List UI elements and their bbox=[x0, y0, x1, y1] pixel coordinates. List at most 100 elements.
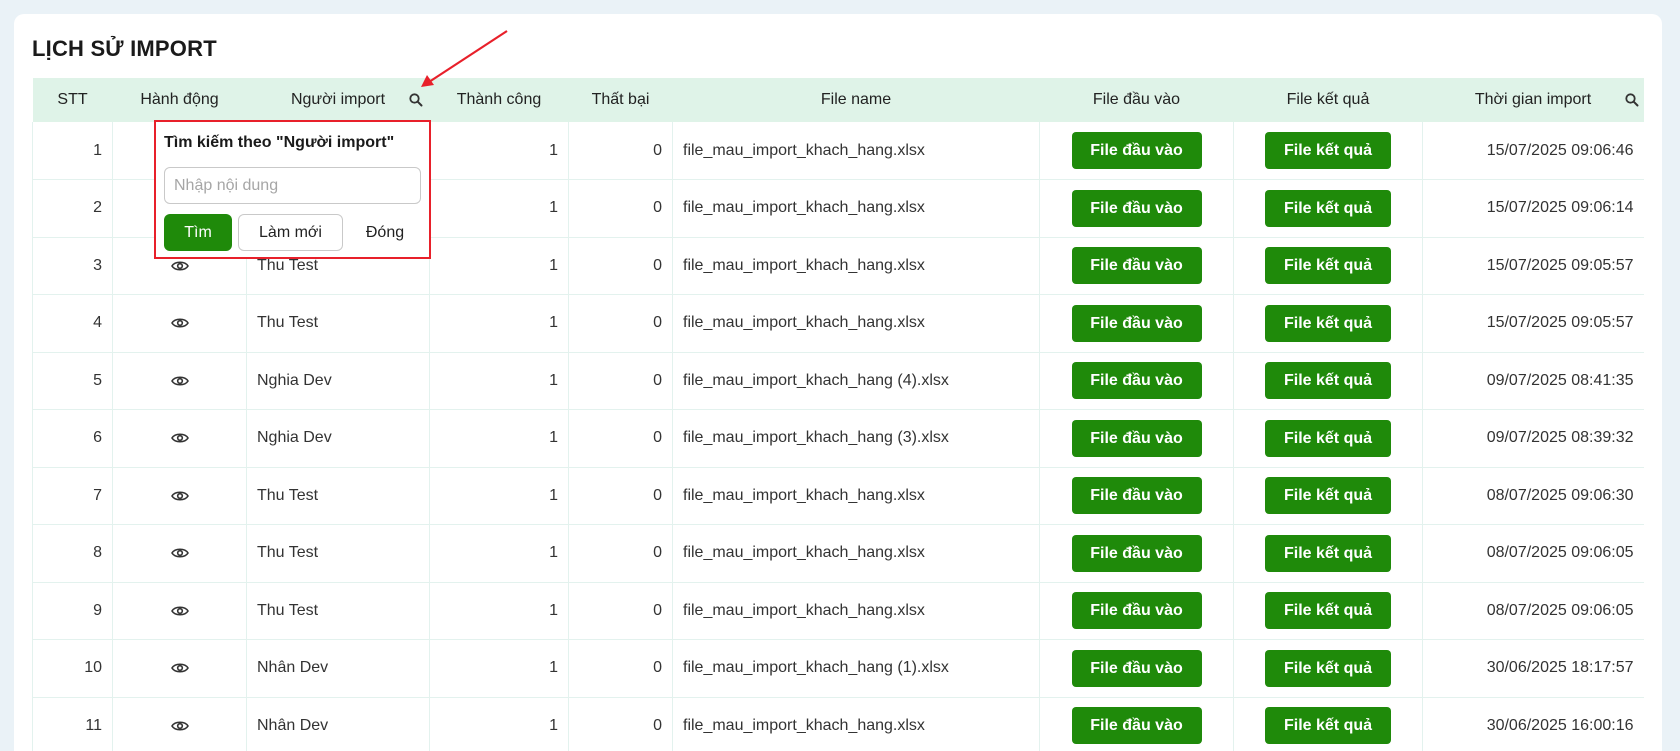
cell-success: 1 bbox=[429, 697, 569, 751]
input-file-button[interactable]: File đầu vào bbox=[1071, 649, 1202, 687]
cell-success: 1 bbox=[429, 352, 569, 410]
cell-input-file: File đầu vào bbox=[1039, 639, 1234, 698]
column-header-importer-label: Người import bbox=[290, 91, 386, 108]
result-file-button[interactable]: File kết quả bbox=[1265, 132, 1391, 169]
cell-stt: 11 bbox=[32, 697, 113, 751]
cell-input-file: File đầu vào bbox=[1039, 179, 1234, 238]
cell-input-file: File đầu vào bbox=[1039, 582, 1234, 640]
table-row: 11 Nhân Dev 1 0 file_mau_import_khach_hang.x… bbox=[32, 697, 1644, 751]
result-file-button[interactable]: File kết quả bbox=[1265, 534, 1391, 572]
cell-result-file: File kết quả bbox=[1233, 122, 1423, 180]
close-button[interactable]: Đóng bbox=[354, 214, 416, 251]
cell-success: 1 bbox=[429, 409, 569, 468]
cell-failed: 0 bbox=[568, 409, 673, 468]
search-button[interactable]: Tìm bbox=[164, 214, 232, 251]
cell-file-name: file_mau_import_khach_hang.xlsx bbox=[672, 582, 1040, 640]
cell-success: 1 bbox=[429, 467, 569, 525]
input-file-button[interactable]: File đầu vào bbox=[1071, 534, 1202, 572]
result-file-button[interactable]: File kết quả bbox=[1265, 477, 1391, 515]
input-file-button[interactable]: File đầu vào bbox=[1071, 707, 1202, 745]
cell-stt: 9 bbox=[32, 582, 113, 640]
cell-failed: 0 bbox=[568, 237, 673, 295]
input-file-button[interactable]: File đầu vào bbox=[1071, 132, 1202, 169]
cell-result-file: File kết quả bbox=[1233, 179, 1423, 238]
input-file-button[interactable]: File đầu vào bbox=[1071, 362, 1202, 400]
cell-action bbox=[112, 467, 247, 525]
cell-importer: Nghia Dev bbox=[246, 352, 430, 410]
cell-result-file: File kết quả bbox=[1233, 352, 1423, 410]
search-icon[interactable] bbox=[1624, 92, 1640, 108]
input-file-button[interactable]: File đầu vào bbox=[1071, 592, 1202, 630]
input-file-button[interactable]: File đầu vào bbox=[1071, 477, 1202, 515]
table-row: 4 Thu Test 1 0 file_mau_import_khach_hang.xl… bbox=[32, 294, 1644, 353]
cell-import-time: 30/06/2025 16:00:16 bbox=[1422, 697, 1644, 751]
cell-importer: Nghia Dev bbox=[246, 409, 430, 468]
eye-icon[interactable] bbox=[170, 489, 189, 503]
cell-success: 1 bbox=[429, 524, 569, 583]
cell-result-file: File kết quả bbox=[1233, 582, 1423, 640]
cell-file-name: file_mau_import_khach_hang.xlsx bbox=[672, 122, 1040, 180]
cell-result-file: File kết quả bbox=[1233, 639, 1423, 698]
cell-action bbox=[112, 697, 247, 751]
cell-input-file: File đầu vào bbox=[1039, 237, 1234, 295]
column-header-importer: Người import bbox=[246, 78, 430, 122]
search-icon[interactable] bbox=[408, 92, 424, 108]
result-file-button[interactable]: File kết quả bbox=[1265, 362, 1391, 400]
table-row: 5 Nghia Dev 1 0 file_mau_import_khach_hang (… bbox=[32, 352, 1644, 410]
result-file-button[interactable]: File kết quả bbox=[1265, 304, 1391, 342]
cell-importer: Nhân Dev bbox=[246, 639, 430, 698]
result-file-button[interactable]: File kết quả bbox=[1265, 649, 1391, 687]
eye-icon[interactable] bbox=[170, 431, 189, 445]
reset-button[interactable]: Làm mới bbox=[238, 214, 343, 251]
eye-icon[interactable] bbox=[170, 719, 189, 733]
cell-failed: 0 bbox=[568, 639, 673, 698]
result-file-button[interactable]: File kết quả bbox=[1265, 419, 1391, 457]
input-file-button[interactable]: File đầu vào bbox=[1071, 419, 1202, 457]
cell-file-name: file_mau_import_khach_hang.xlsx bbox=[672, 697, 1040, 751]
cell-failed: 0 bbox=[568, 352, 673, 410]
eye-icon[interactable] bbox=[170, 661, 189, 675]
cell-failed: 0 bbox=[568, 179, 673, 238]
cell-file-name: file_mau_import_khach_hang.xlsx bbox=[672, 467, 1040, 525]
search-input[interactable] bbox=[164, 167, 421, 204]
cell-stt: 4 bbox=[32, 294, 113, 353]
eye-icon[interactable] bbox=[170, 604, 189, 618]
eye-icon[interactable] bbox=[170, 546, 189, 560]
cell-success: 1 bbox=[429, 237, 569, 295]
cell-importer: Thu Test bbox=[246, 467, 430, 525]
column-header-import-time: Thời gian import bbox=[1422, 78, 1644, 122]
cell-stt: 2 bbox=[32, 179, 113, 238]
cell-file-name: file_mau_import_khach_hang.xlsx bbox=[672, 524, 1040, 583]
cell-result-file: File kết quả bbox=[1233, 697, 1423, 751]
cell-stt: 3 bbox=[32, 237, 113, 295]
result-file-button[interactable]: File kết quả bbox=[1265, 707, 1391, 745]
eye-icon[interactable] bbox=[170, 374, 189, 388]
input-file-button[interactable]: File đầu vào bbox=[1071, 247, 1202, 285]
column-header-import-time-label: Thời gian import bbox=[1474, 91, 1592, 108]
cell-success: 1 bbox=[429, 294, 569, 353]
cell-action bbox=[112, 409, 247, 468]
table-row: 10 Nhân Dev 1 0 file_mau_import_khach_hang (… bbox=[32, 639, 1644, 698]
input-file-button[interactable]: File đầu vào bbox=[1071, 304, 1202, 342]
result-file-button[interactable]: File kết quả bbox=[1265, 592, 1391, 630]
result-file-button[interactable]: File kết quả bbox=[1265, 189, 1391, 227]
cell-input-file: File đầu vào bbox=[1039, 352, 1234, 410]
cell-stt: 10 bbox=[32, 639, 113, 698]
cell-success: 1 bbox=[429, 639, 569, 698]
cell-input-file: File đầu vào bbox=[1039, 122, 1234, 180]
cell-failed: 0 bbox=[568, 294, 673, 353]
result-file-button[interactable]: File kết quả bbox=[1265, 247, 1391, 285]
cell-result-file: File kết quả bbox=[1233, 294, 1423, 353]
cell-failed: 0 bbox=[568, 582, 673, 640]
table-row: 7 Thu Test 1 0 file_mau_import_khach_hang.xl… bbox=[32, 467, 1644, 525]
cell-import-time: 15/07/2025 09:06:46 bbox=[1422, 122, 1644, 180]
cell-action bbox=[112, 352, 247, 410]
cell-import-time: 08/07/2025 09:06:30 bbox=[1422, 467, 1644, 525]
cell-import-time: 08/07/2025 09:06:05 bbox=[1422, 582, 1644, 640]
eye-icon[interactable] bbox=[170, 259, 189, 273]
table-row: 8 Thu Test 1 0 file_mau_import_khach_hang.xl… bbox=[32, 524, 1644, 583]
eye-icon[interactable] bbox=[170, 316, 189, 330]
cell-action bbox=[112, 524, 247, 583]
input-file-button[interactable]: File đầu vào bbox=[1071, 189, 1202, 227]
cell-import-time: 30/06/2025 18:17:57 bbox=[1422, 639, 1644, 698]
